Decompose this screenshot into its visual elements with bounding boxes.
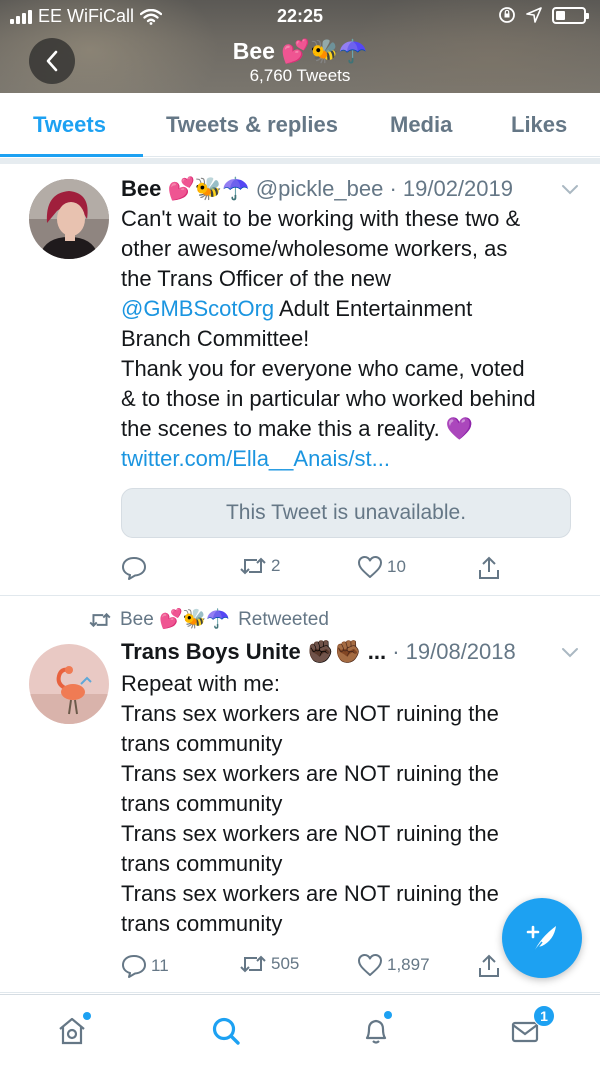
heart-icon xyxy=(358,954,382,976)
tweet-text-line: Repeat with me: xyxy=(121,671,280,696)
nav-search[interactable] xyxy=(206,1011,246,1051)
search-icon xyxy=(212,1017,240,1045)
retweet-count: 2 xyxy=(271,556,281,575)
tweet-text-line: Adult Entertainment xyxy=(274,296,473,321)
retweet-count: 505 xyxy=(271,954,300,973)
messages-badge: 1 xyxy=(533,1005,555,1027)
author-name[interactable]: Trans Boys Unite ✊🏿✊🏾 ... xyxy=(121,639,386,664)
reply-count: 11 xyxy=(151,956,169,975)
share-icon xyxy=(479,954,499,977)
nav-home[interactable] xyxy=(52,1011,92,1051)
share-button[interactable] xyxy=(477,953,501,979)
retweeted-label: Retweeted xyxy=(238,609,329,630)
active-tab-indicator xyxy=(0,154,143,157)
tab-tweets-replies[interactable]: Tweets & replies xyxy=(166,93,338,157)
author-handle[interactable]: @pickle_bee xyxy=(256,176,384,201)
like-button[interactable]: 1,897 xyxy=(357,953,430,977)
tweet-count: 6,760 Tweets xyxy=(249,66,351,85)
tweet-text: Repeat with me: Trans sex workers are NO… xyxy=(121,669,582,939)
battery-icon xyxy=(552,6,589,24)
tweet-text-line: Thank you for everyone who came, voted xyxy=(121,356,525,381)
retweet-icon xyxy=(240,557,266,575)
tweet[interactable]: Bee 💕🐝☂️ @pickle_bee · 19/02/2019 Can't … xyxy=(0,164,600,596)
tweet-text: Can't wait to be working with these two … xyxy=(121,204,582,474)
retweet-icon xyxy=(89,612,111,628)
orientation-lock-icon xyxy=(499,7,515,23)
retweet-icon xyxy=(240,955,266,973)
home-notification-dot xyxy=(83,1012,91,1020)
compose-tweet-button[interactable] xyxy=(502,898,582,978)
share-icon xyxy=(479,556,499,579)
like-count: 10 xyxy=(387,557,406,576)
tweet-text-line: Branch Committee! xyxy=(121,326,310,351)
tab-media[interactable]: Media xyxy=(390,93,452,157)
reply-icon xyxy=(122,955,146,978)
bottom-navigation: 1 xyxy=(0,994,600,1067)
chevron-down-icon[interactable] xyxy=(560,637,580,667)
chevron-down-icon[interactable] xyxy=(560,174,580,204)
notifications-dot xyxy=(384,1011,392,1019)
reply-icon xyxy=(122,557,146,580)
profile-tabs: Tweets Tweets & replies Media Likes xyxy=(0,93,600,157)
mention-link[interactable]: @GMBScotOrg xyxy=(121,296,274,321)
bell-icon xyxy=(365,1019,387,1044)
compose-feather-icon xyxy=(526,925,556,953)
profile-name: Bee 💕🐝☂️ xyxy=(232,38,368,64)
author-name[interactable]: Bee 💕🐝☂️ xyxy=(121,176,250,201)
tweet-text-line: Trans sex workers are NOT ruining the xyxy=(121,821,499,846)
retweet-context: Bee 💕🐝☂️ Retweeted xyxy=(88,607,329,633)
like-count: 1,897 xyxy=(387,955,430,974)
tab-tweets[interactable]: Tweets xyxy=(33,93,106,157)
tweet-text-line: trans community xyxy=(121,851,283,876)
retweet-button[interactable]: 2 xyxy=(239,555,280,577)
tweet-text-line: Can't wait to be working with these two … xyxy=(121,206,521,231)
url-link[interactable]: twitter.com/Ella__Anais/st... xyxy=(121,444,582,474)
tweet-text-line: & to those in particular who worked behi… xyxy=(121,386,536,411)
heart-icon xyxy=(358,556,382,578)
home-icon xyxy=(59,1017,85,1045)
retweeter-name[interactable]: Bee 💕🐝☂️ xyxy=(120,607,230,633)
tweet-text-line: Trans sex workers are NOT ruining the xyxy=(121,701,499,726)
avatar[interactable] xyxy=(29,179,109,259)
status-bar: EE WiFiCall 22:25 xyxy=(0,0,600,34)
tweet-text-line: the scenes to make this a reality. 💜 xyxy=(121,416,474,441)
reply-button[interactable]: 11 xyxy=(121,953,169,979)
like-button[interactable]: 10 xyxy=(357,555,406,579)
nav-messages[interactable]: 1 xyxy=(505,1005,555,1051)
tweet-text-line: other awesome/wholesome workers, as xyxy=(121,236,508,261)
avatar[interactable] xyxy=(29,644,109,724)
tweet-text-line: trans community xyxy=(121,731,283,756)
tweet-text-line: the Trans Officer of the new xyxy=(121,266,391,291)
quoted-tweet-unavailable[interactable]: This Tweet is unavailable. xyxy=(121,488,571,538)
tweet-text-line: Trans sex workers are NOT ruining the xyxy=(121,881,499,906)
tweet-date: · 19/08/2018 xyxy=(392,639,516,664)
location-icon xyxy=(526,7,542,23)
reply-button[interactable] xyxy=(121,555,147,581)
tweet-text-line: trans community xyxy=(121,791,283,816)
retweet-button[interactable]: 505 xyxy=(239,953,299,975)
nav-notifications[interactable] xyxy=(356,1011,396,1051)
tab-likes[interactable]: Likes xyxy=(511,93,567,157)
share-button[interactable] xyxy=(477,555,501,581)
tweet-text-line: Trans sex workers are NOT ruining the xyxy=(121,761,499,786)
tweet-date: · 19/02/2019 xyxy=(389,176,513,201)
profile-header: EE WiFiCall 22:25 Bee 💕� xyxy=(0,0,600,93)
